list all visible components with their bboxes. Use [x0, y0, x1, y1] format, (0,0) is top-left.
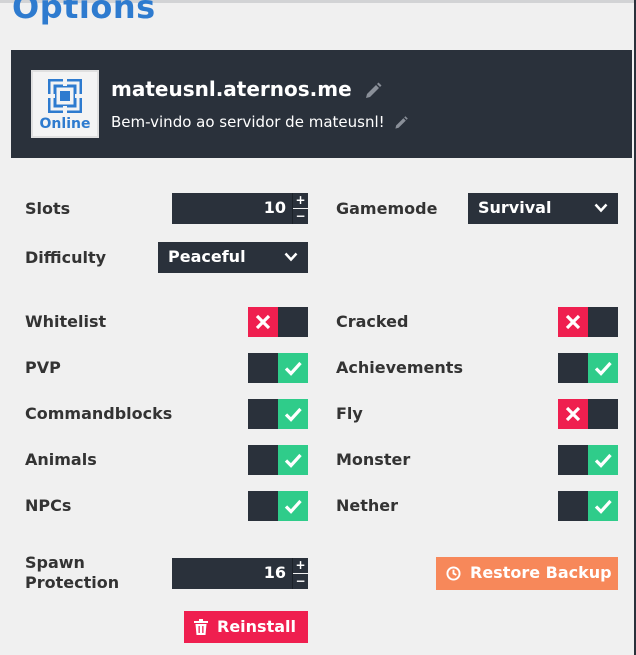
- reinstall-button[interactable]: Reinstall: [184, 611, 308, 643]
- spawn-protection-stepper-buttons: + −: [292, 558, 308, 589]
- slots-value: 10: [263, 198, 286, 217]
- fly-toggle[interactable]: [558, 399, 618, 429]
- server-card: Online mateusnl.aternos.me Bem-vindo ao …: [11, 50, 632, 158]
- check-icon: [594, 361, 612, 376]
- monster-toggle[interactable]: [558, 445, 618, 475]
- pencil-icon[interactable]: [363, 81, 383, 101]
- animals-label: Animals: [25, 450, 97, 469]
- server-address[interactable]: mateusnl.aternos.me: [111, 77, 383, 101]
- server-motd[interactable]: Bem-vindo ao servidor de mateusnl!: [111, 113, 409, 131]
- spawn-protection-increment-button[interactable]: +: [293, 558, 308, 573]
- commandblocks-toggle[interactable]: [248, 399, 308, 429]
- commandblocks-label: Commandblocks: [25, 404, 173, 423]
- toggle-knob: [558, 307, 588, 337]
- toggle-knob: [588, 353, 618, 383]
- achievements-label: Achievements: [336, 358, 463, 377]
- trash-icon: [194, 619, 208, 635]
- spawn-protection-decrement-button[interactable]: −: [293, 573, 308, 588]
- npcs-toggle[interactable]: [248, 491, 308, 521]
- page-title: Options: [12, 0, 156, 26]
- animals-toggle[interactable]: [248, 445, 308, 475]
- npcs-label: NPCs: [25, 496, 72, 515]
- gamemode-value: Survival: [478, 198, 552, 217]
- check-icon: [284, 407, 302, 422]
- difficulty-value: Peaceful: [168, 247, 246, 266]
- cracked-label: Cracked: [336, 312, 409, 331]
- nether-toggle[interactable]: [558, 491, 618, 521]
- x-icon: [565, 406, 581, 422]
- chevron-down-icon: [284, 252, 298, 262]
- x-icon: [565, 314, 581, 330]
- server-status: Online: [39, 116, 91, 132]
- restore-backup-button[interactable]: Restore Backup: [436, 557, 618, 590]
- toggle-knob: [558, 399, 588, 429]
- aternos-logo-icon: [48, 79, 82, 113]
- gamemode-label: Gamemode: [336, 199, 438, 218]
- toggle-knob: [278, 445, 308, 475]
- spawn-protection-label-line1: Spawn: [25, 553, 85, 572]
- toggle-knob: [588, 445, 618, 475]
- server-status-box: Online: [31, 70, 99, 138]
- slots-label: Slots: [25, 199, 71, 218]
- check-icon: [284, 453, 302, 468]
- server-motd-text: Bem-vindo ao servidor de mateusnl!: [111, 113, 385, 131]
- pencil-icon[interactable]: [393, 115, 409, 131]
- spawn-protection-value: 16: [263, 563, 286, 582]
- toggle-knob: [248, 307, 278, 337]
- nether-label: Nether: [336, 496, 399, 515]
- spawn-protection-label-line2: Protection: [25, 573, 120, 592]
- pvp-toggle[interactable]: [248, 353, 308, 383]
- restore-backup-label: Restore Backup: [470, 563, 612, 582]
- spawn-protection-label: Spawn Protection: [25, 553, 119, 593]
- check-icon: [594, 453, 612, 468]
- cracked-toggle[interactable]: [558, 307, 618, 337]
- slots-increment-button[interactable]: +: [293, 193, 308, 208]
- clock-icon: [446, 566, 461, 581]
- fly-label: Fly: [336, 404, 363, 423]
- check-icon: [284, 361, 302, 376]
- whitelist-label: Whitelist: [25, 312, 107, 331]
- gamemode-select[interactable]: Survival: [468, 193, 618, 224]
- toggle-knob: [278, 353, 308, 383]
- slots-stepper-buttons: + −: [292, 193, 308, 224]
- whitelist-toggle[interactable]: [248, 307, 308, 337]
- slots-stepper[interactable]: 10 + −: [172, 193, 308, 224]
- pvp-label: PVP: [25, 358, 61, 377]
- options-page: Options Online mateusnl.aternos.me Bem-v…: [0, 0, 636, 655]
- check-icon: [284, 499, 302, 514]
- check-icon: [594, 499, 612, 514]
- chevron-down-icon: [594, 203, 608, 213]
- toggle-knob: [278, 399, 308, 429]
- spawn-protection-stepper[interactable]: 16 + −: [172, 558, 308, 589]
- monster-label: Monster: [336, 450, 411, 469]
- server-address-text: mateusnl.aternos.me: [111, 77, 352, 101]
- x-icon: [255, 314, 271, 330]
- reinstall-label: Reinstall: [217, 617, 296, 636]
- difficulty-select[interactable]: Peaceful: [158, 242, 308, 273]
- toggle-knob: [588, 491, 618, 521]
- toggle-knob: [278, 491, 308, 521]
- difficulty-label: Difficulty: [25, 248, 107, 267]
- achievements-toggle[interactable]: [558, 353, 618, 383]
- slots-decrement-button[interactable]: −: [293, 208, 308, 223]
